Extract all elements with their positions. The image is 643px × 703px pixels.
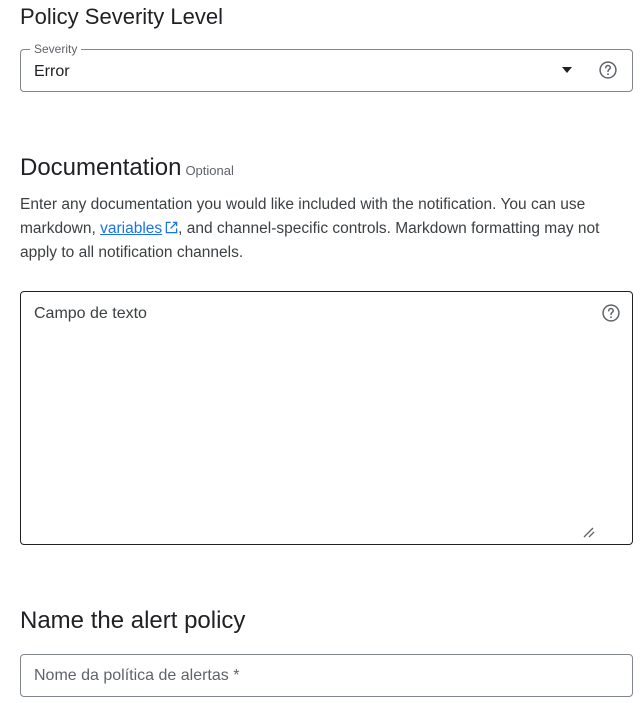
policy-name-input[interactable] [21, 655, 632, 696]
documentation-textarea[interactable] [21, 292, 632, 544]
help-circle-icon[interactable] [598, 60, 618, 80]
severity-label: Severity [30, 41, 82, 57]
severity-selected-value: Error [34, 63, 70, 80]
arrow-drop-down-icon[interactable] [562, 67, 572, 73]
policy-name-field [20, 654, 633, 697]
severity-section-title: Policy Severity Level [20, 4, 223, 29]
optional-label: Optional [185, 163, 234, 178]
variables-link-label: variables [100, 220, 163, 237]
documentation-section-title: Documentation [20, 154, 182, 181]
documentation-field [20, 291, 633, 545]
resize-handle-icon[interactable] [582, 526, 596, 538]
name-section-title: Name the alert policy [20, 607, 246, 634]
help-circle-icon[interactable] [601, 303, 621, 323]
variables-link[interactable]: variables [100, 220, 178, 237]
documentation-description: Enter any documentation you would like i… [20, 193, 630, 265]
severity-select[interactable]: Severity Error [20, 41, 633, 92]
documentation-heading: Documentation Optional [20, 154, 234, 182]
open-in-new-icon [165, 221, 178, 234]
